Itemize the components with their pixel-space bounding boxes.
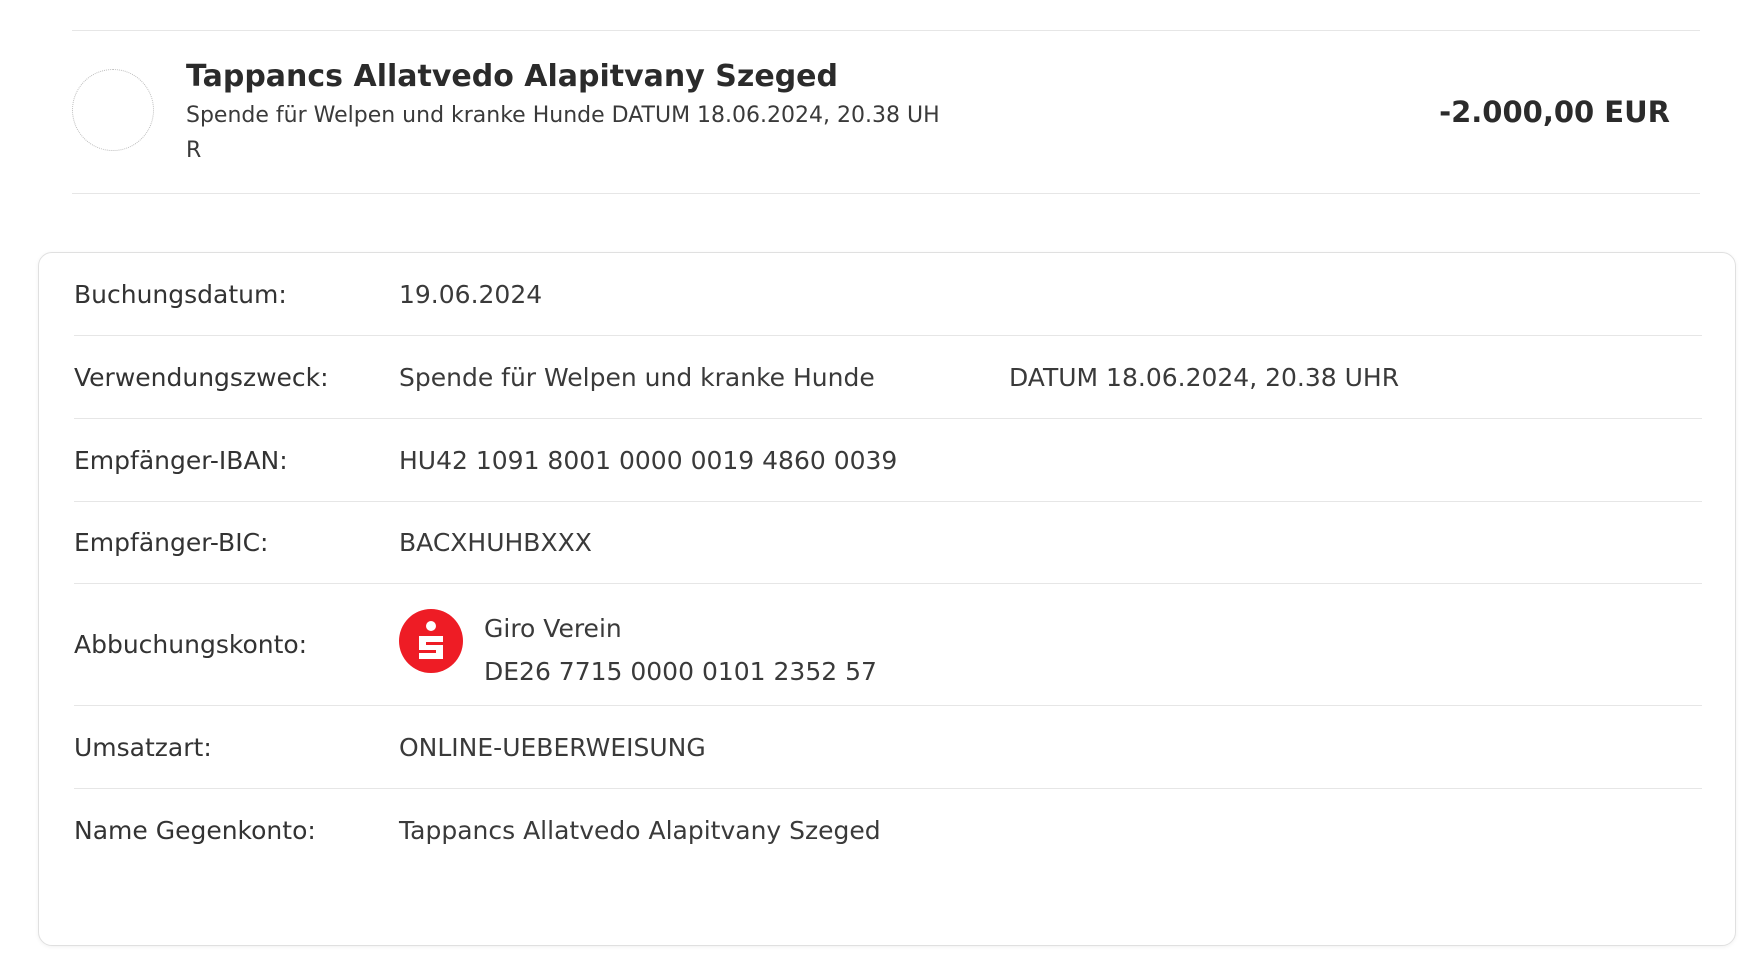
booking-date-value: 19.06.2024 — [399, 280, 543, 309]
purpose-date-value: DATUM 18.06.2024, 20.38 UHR — [1009, 363, 1400, 392]
debit-account-iban: DE26 7715 0000 0101 2352 57 — [484, 657, 877, 686]
counterparty-avatar-icon — [72, 69, 154, 151]
recipient-bic-value: BACXHUHBXXX — [399, 528, 592, 557]
transaction-details-card: Buchungsdatum: 19.06.2024 Verwendungszwe… — [38, 252, 1736, 946]
detail-row-booking-date: Buchungsdatum: 19.06.2024 — [74, 253, 1702, 336]
detail-row-transaction-type: Umsatzart: ONLINE-UEBERWEISUNG — [74, 706, 1702, 789]
detail-row-counterparty-name: Name Gegenkonto: Tappancs Allatvedo Alap… — [74, 789, 1702, 873]
booking-date-label: Buchungsdatum: — [74, 280, 287, 309]
detail-row-debit-account: Abbuchungskonto: Giro Verein DE26 7715 0… — [74, 584, 1702, 706]
sparkasse-logo-icon — [399, 609, 463, 673]
recipient-iban-label: Empfänger-IBAN: — [74, 446, 288, 475]
recipient-iban-value: HU42 1091 8001 0000 0019 4860 0039 — [399, 446, 898, 475]
transaction-amount: -2.000,00 EUR — [1439, 95, 1670, 129]
transaction-title: Tappancs Allatvedo Alapitvany Szeged — [186, 59, 838, 94]
debit-account-label: Abbuchungskonto: — [74, 630, 308, 659]
counterparty-name-label: Name Gegenkonto: — [74, 816, 316, 845]
transaction-header[interactable]: Tappancs Allatvedo Alapitvany Szeged Spe… — [72, 30, 1700, 194]
debit-account-name: Giro Verein — [484, 614, 622, 643]
counterparty-name-value: Tappancs Allatvedo Alapitvany Szeged — [399, 816, 881, 845]
purpose-label: Verwendungszweck: — [74, 363, 329, 392]
transaction-detail-page: Tappancs Allatvedo Alapitvany Szeged Spe… — [0, 0, 1764, 973]
recipient-bic-label: Empfänger-BIC: — [74, 528, 269, 557]
transaction-type-value: ONLINE-UEBERWEISUNG — [399, 733, 706, 762]
transaction-type-label: Umsatzart: — [74, 733, 212, 762]
detail-row-recipient-bic: Empfänger-BIC: BACXHUHBXXX — [74, 502, 1702, 584]
detail-row-recipient-iban: Empfänger-IBAN: HU42 1091 8001 0000 0019… — [74, 419, 1702, 502]
transaction-subtitle: Spende für Welpen und kranke Hunde DATUM… — [186, 103, 940, 163]
purpose-value: Spende für Welpen und kranke Hunde — [399, 363, 875, 392]
detail-row-purpose: Verwendungszweck: Spende für Welpen und … — [74, 336, 1702, 419]
